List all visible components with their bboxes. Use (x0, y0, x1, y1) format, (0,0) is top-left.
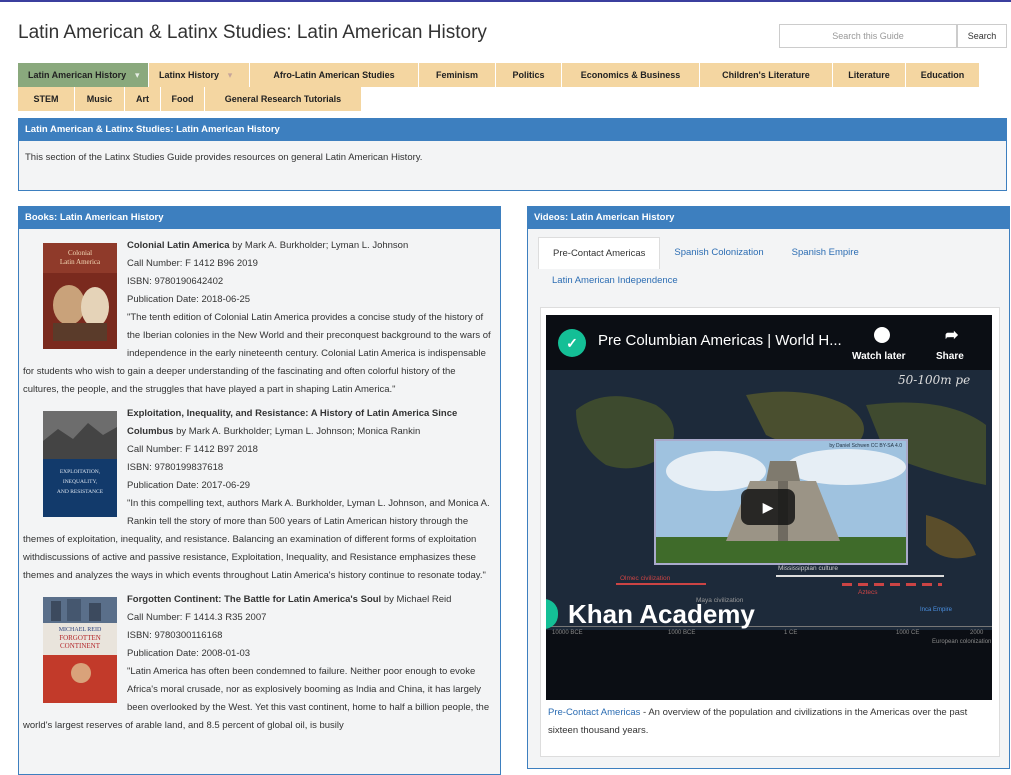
video-title[interactable]: Pre Columbian Americas | World H... (598, 332, 842, 349)
tab-latinx-history[interactable]: Latinx History ▾ (149, 63, 250, 87)
tab-art[interactable]: Art (125, 87, 161, 111)
tab-spanish-colonization[interactable]: Spanish Colonization (660, 237, 777, 269)
book-title-link[interactable]: Colonial Latin America (127, 240, 230, 251)
tab-latin-american-independence[interactable]: Latin American Independence (538, 269, 692, 301)
tab-music[interactable]: Music (75, 87, 125, 111)
share-icon[interactable]: ➦ (945, 325, 958, 345)
tab-pre-contact-americas[interactable]: Pre-Contact Americas (538, 237, 661, 269)
book-item: Colonial Latin America Colonial Latin Am… (23, 237, 492, 399)
chevron-down-icon[interactable]: ▾ (130, 63, 144, 87)
timeline-label-inca: Inca Empire (920, 607, 953, 613)
page-title: Latin American & Latinx Studies: Latin A… (18, 22, 487, 43)
book-cover-image[interactable]: EXPLOITATION, INEQUALITY, AND RESISTANCE (43, 411, 117, 517)
intro-panel: Latin American & Latinx Studies: Latin A… (18, 118, 1007, 191)
tab-spanish-empire[interactable]: Spanish Empire (778, 237, 873, 269)
videos-panel: Videos: Latin American History Pre-Conta… (527, 206, 1010, 769)
video-logo-icon: ✓ (558, 329, 586, 357)
clock-icon[interactable] (874, 327, 890, 343)
book-item: EXPLOITATION, INEQUALITY, AND RESISTANCE… (23, 405, 492, 585)
book-cover-image[interactable]: MICHAEL REID FORGOTTEN CONTINENT (43, 597, 117, 703)
play-button[interactable]: ▶ (741, 489, 795, 525)
timeline-axis-label: 1000 BCE (668, 630, 696, 636)
timeline-label-mississippian: Mississippian culture (778, 565, 838, 572)
handwritten-annotation: 50-100m pe (898, 373, 971, 387)
book-title-link[interactable]: Forgotten Continent: The Battle for Lati… (127, 594, 381, 605)
svg-text:EXPLOITATION,: EXPLOITATION, (60, 469, 101, 475)
chevron-down-icon[interactable]: ▾ (223, 63, 237, 87)
books-panel: Books: Latin American History Colonial L… (18, 206, 501, 775)
tab-food[interactable]: Food (161, 87, 205, 111)
book-cover-image[interactable]: Colonial Latin America (43, 243, 117, 349)
search-button[interactable]: Search (957, 24, 1007, 48)
tab-education[interactable]: Education (906, 63, 979, 87)
timeline-axis-label: 2000 (970, 630, 984, 636)
khan-academy-brand: Khan Academy (568, 599, 755, 629)
tab-stem[interactable]: STEM (18, 87, 75, 111)
intro-text: This section of the Latinx Studies Guide… (25, 152, 423, 163)
tab-politics[interactable]: Politics (496, 63, 562, 87)
guide-tabs-row-1: Latin American History ▾ Latinx History ▾ … (18, 63, 979, 87)
share-label[interactable]: Share (936, 351, 964, 362)
timeline-axis-label: 10000 BCE (552, 630, 583, 636)
svg-text:Colonial: Colonial (68, 249, 92, 257)
guide-tabs-row-2: STEM Music Art Food General Research Tut… (18, 87, 361, 111)
top-border (0, 0, 1011, 2)
tab-economics-business[interactable]: Economics & Business (562, 63, 700, 87)
photo-credit: by Daniel Schwen CC BY-SA 4.0 (829, 443, 902, 449)
tab-feminism[interactable]: Feminism (419, 63, 496, 87)
intro-panel-heading: Latin American & Latinx Studies: Latin A… (19, 119, 1006, 141)
timeline-label-olmec: Olmec civilization (620, 575, 671, 582)
video-tabs: Pre-Contact Americas Spanish Colonizatio… (528, 229, 1009, 301)
timeline-axis-label: 1 CE (784, 630, 798, 636)
timeline-label-european: European colonization (932, 639, 992, 645)
tab-literature[interactable]: Literature (833, 63, 906, 87)
book-item: MICHAEL REID FORGOTTEN CONTINENT Forgott… (23, 591, 492, 735)
svg-text:INEQUALITY,: INEQUALITY, (63, 479, 98, 485)
timeline-axis-label: 1000 CE (896, 630, 920, 636)
watch-later-label[interactable]: Watch later (852, 351, 906, 362)
tab-afro-latin-american-studies[interactable]: Afro-Latin American Studies (250, 63, 419, 87)
svg-text:MICHAEL REID: MICHAEL REID (59, 627, 102, 633)
svg-text:CONTINENT: CONTINENT (60, 642, 101, 650)
video-caption: Pre-Contact Americas - An overview of th… (548, 707, 968, 736)
tab-childrens-literature[interactable]: Children's Literature (700, 63, 833, 87)
tab-general-research-tutorials[interactable]: General Research Tutorials (205, 87, 361, 111)
svg-text:AND RESISTANCE: AND RESISTANCE (57, 489, 104, 495)
books-panel-heading: Books: Latin American History (19, 207, 500, 229)
svg-text:Latin America: Latin America (60, 258, 101, 266)
video-caption-link[interactable]: Pre-Contact Americas (548, 707, 640, 718)
tab-latin-american-history[interactable]: Latin American History ▾ (18, 63, 149, 87)
search-input[interactable] (779, 24, 957, 48)
svg-text:FORGOTTEN: FORGOTTEN (59, 634, 101, 642)
video-player[interactable]: ✓ Pre Columbian Americas | World H... Wa… (546, 315, 992, 700)
timeline-label-aztecs: Aztecs (858, 589, 878, 596)
videos-panel-heading: Videos: Latin American History (528, 207, 1009, 229)
